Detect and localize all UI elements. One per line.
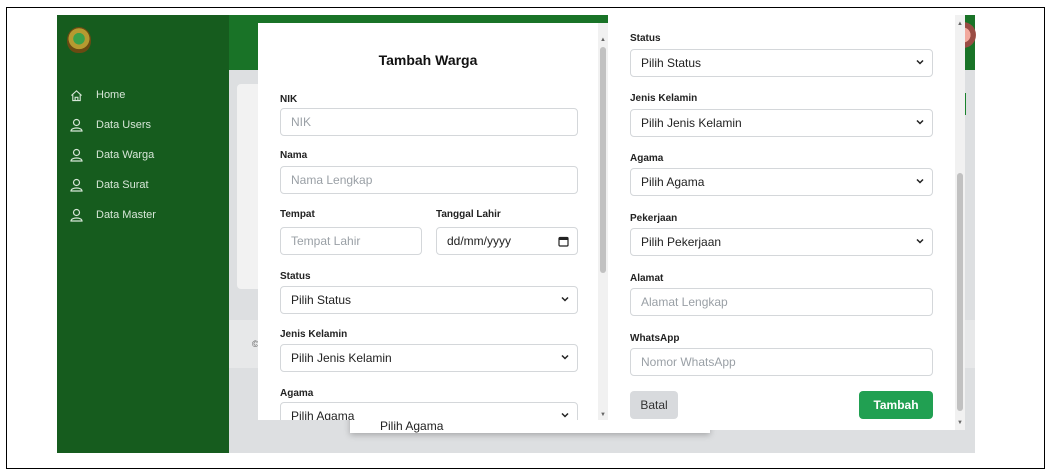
whatsapp-placeholder: Nomor WhatsApp [641,355,736,369]
chevron-down-icon [561,412,569,418]
sidebar-nav: Home Data Users Data Warga Data Surat Da… [57,80,229,230]
agama-value: Pilih Agama [641,175,705,189]
nama-label: Nama [280,150,308,161]
whatsapp-label: WhatsApp [630,333,680,344]
agama-select[interactable]: Pilih Agama [280,402,578,420]
alamat-placeholder: Alamat Lengkap [641,295,728,309]
tambah-warga-modal-bottom: Status Pilih Status Jenis Kelamin Pilih … [608,15,965,430]
jenis-kelamin-select[interactable]: Pilih Jenis Kelamin [630,109,933,137]
tanggal-lahir-input[interactable]: dd/mm/yyyy [436,227,578,255]
chevron-down-icon [916,59,924,65]
sidebar-item-label: Data Master [96,209,156,221]
nik-input[interactable]: NIK [280,108,578,136]
scroll-down-icon[interactable]: ▼ [957,420,963,426]
jenis-kelamin-label: Jenis Kelamin [630,93,698,104]
user-icon [69,148,83,162]
scroll-down-icon[interactable]: ▼ [600,412,606,418]
chevron-down-icon [916,238,924,244]
scrollbar-thumb[interactable] [957,173,963,411]
scroll-up-icon[interactable]: ▲ [957,21,963,27]
status-label: Status [280,271,311,282]
pekerjaan-label: Pekerjaan [630,213,678,224]
tempat-input[interactable]: Tempat Lahir [280,227,422,255]
modal-title: Tambah Warga [378,52,478,68]
agama-select[interactable]: Pilih Agama [630,168,933,196]
tempat-placeholder: Tempat Lahir [291,234,361,248]
scrollbar-thumb[interactable] [600,47,606,273]
dropdown-option-label: Pilih Agama [380,419,444,433]
user-icon [69,208,83,222]
home-icon [69,88,83,102]
sidebar-item-data-surat[interactable]: Data Surat [57,170,229,200]
chevron-down-icon [916,119,924,125]
chevron-down-icon [561,354,569,360]
sidebar: Home Data Users Data Warga Data Surat Da… [57,15,229,453]
status-label: Status [630,33,661,44]
sidebar-item-label: Data Warga [96,149,155,161]
tambah-warga-modal-top: Tambah Warga NIK NIK Nama Nama Lengkap T… [258,23,610,420]
status-value: Pilih Status [291,293,352,307]
jenis-kelamin-label: Jenis Kelamin [280,329,348,340]
agama-label: Agama [280,388,314,399]
nama-input[interactable]: Nama Lengkap [280,166,578,194]
tanggal-lahir-label: Tanggal Lahir [436,209,501,220]
chevron-down-icon [916,178,924,184]
chevron-down-icon [561,296,569,302]
sidebar-item-home[interactable]: Home [57,80,229,110]
modal-scrollbar[interactable]: ▲ ▼ [598,23,608,420]
whatsapp-input[interactable]: Nomor WhatsApp [630,348,933,376]
alamat-label: Alamat [630,273,664,284]
user-icon [69,118,83,132]
sidebar-item-label: Data Surat [96,179,149,191]
calendar-icon[interactable] [558,236,569,247]
jenis-kelamin-select[interactable]: Pilih Jenis Kelamin [280,344,578,372]
jenis-kelamin-value: Pilih Jenis Kelamin [641,116,742,130]
alamat-input[interactable]: Alamat Lengkap [630,288,933,316]
batal-button[interactable]: Batal [630,391,678,419]
sidebar-item-data-warga[interactable]: Data Warga [57,140,229,170]
status-select[interactable]: Pilih Status [630,49,933,77]
sidebar-item-label: Home [96,89,126,101]
nik-placeholder: NIK [291,115,312,129]
status-select[interactable]: Pilih Status [280,286,578,314]
app-logo [67,27,91,53]
user-icon [69,178,83,192]
tambah-button[interactable]: Tambah [859,391,933,419]
scroll-up-icon[interactable]: ▲ [600,37,606,43]
tanggal-lahir-placeholder: dd/mm/yyyy [447,234,512,248]
modal-scrollbar[interactable]: ▲ ▼ [955,15,965,430]
agama-label: Agama [630,153,664,164]
status-value: Pilih Status [641,56,702,70]
sidebar-item-data-master[interactable]: Data Master [57,200,229,230]
nama-placeholder: Nama Lengkap [291,173,373,187]
sidebar-item-label: Data Users [96,119,152,131]
nik-label: NIK [280,94,298,105]
sidebar-item-data-users[interactable]: Data Users [57,110,229,140]
pekerjaan-value: Pilih Pekerjaan [641,235,722,249]
agama-value: Pilih Agama [291,409,355,420]
jenis-kelamin-value: Pilih Jenis Kelamin [291,351,392,365]
tempat-label: Tempat [280,209,315,220]
pekerjaan-select[interactable]: Pilih Pekerjaan [630,228,933,256]
